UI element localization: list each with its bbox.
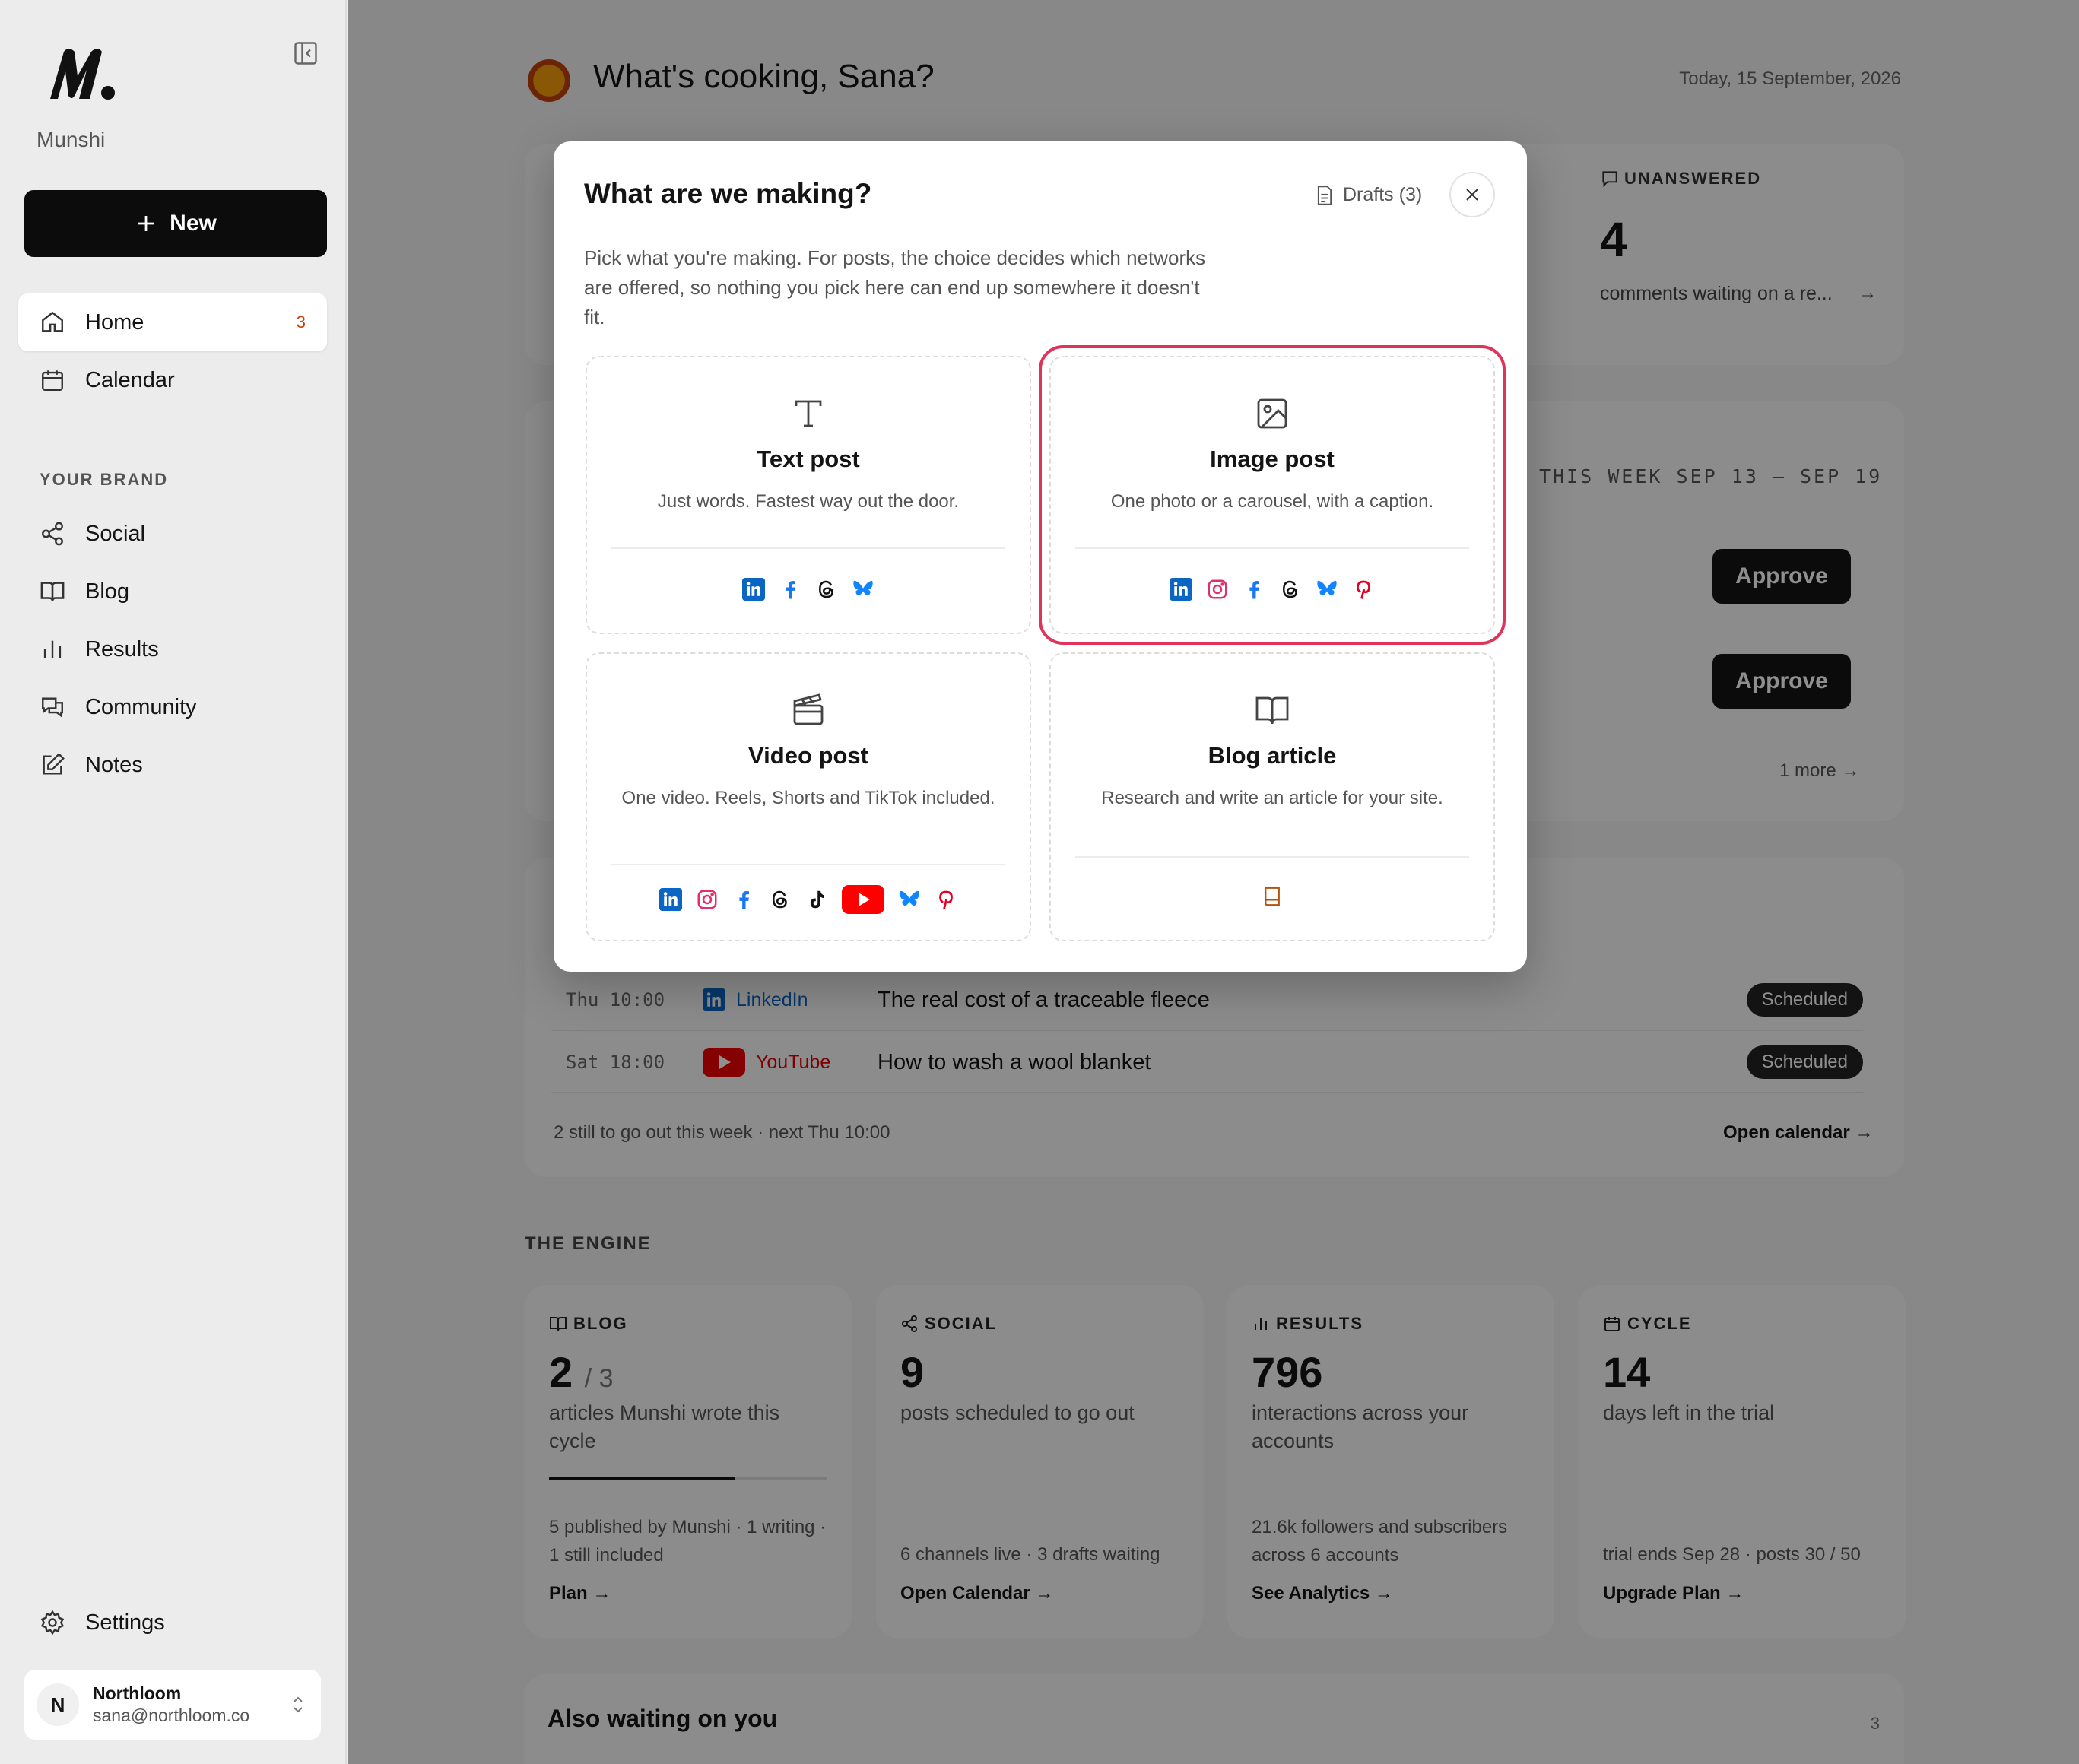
new-button[interactable]: New (24, 190, 327, 257)
avatar: N (37, 1683, 79, 1726)
sidebar-item-results[interactable]: Results (18, 620, 327, 678)
option-subtitle: One photo or a carousel, with a caption. (1110, 491, 1434, 512)
sidebar-item-settings[interactable]: Settings (18, 1594, 327, 1651)
sidebar-item-label: Blog (85, 579, 130, 604)
option-image-post[interactable]: Image post One photo or a carousel, with… (1039, 345, 1506, 645)
dialog-description: Pick what you're making. For posts, the … (584, 246, 1206, 328)
edit-note-icon (43, 753, 65, 775)
threads-icon (815, 578, 838, 601)
network-list (587, 578, 1030, 601)
home-icon (42, 311, 63, 332)
your-brand-label: YOUR BRAND (40, 470, 169, 489)
bar-chart-icon (43, 640, 62, 658)
tiktok-icon (805, 888, 828, 911)
option-subtitle: Just words. Fastest way out the door. (657, 491, 960, 512)
calendar-icon (42, 370, 63, 391)
sidebar-item-label: Community (85, 694, 197, 719)
option-blog-article[interactable]: Blog article Research and write an artic… (1049, 652, 1495, 941)
sidebar-item-community[interactable]: Community (18, 678, 327, 736)
option-video-post[interactable]: Video post One video. Reels, Shorts and … (586, 652, 1031, 941)
account-email: sana@northloom.co (93, 1705, 250, 1725)
drafts-button[interactable]: Drafts (3) (1316, 184, 1422, 206)
option-title: Image post (1210, 446, 1335, 472)
plus-icon (138, 216, 154, 231)
sidebar-item-home[interactable]: Home 3 (18, 293, 327, 351)
gear-icon (40, 1610, 65, 1636)
brand-name: Munshi (37, 128, 106, 151)
document-icon (1317, 185, 1332, 205)
dialog-title: What are we making? (584, 178, 872, 209)
close-icon (1466, 189, 1478, 201)
network-list (1051, 885, 1493, 908)
instagram-icon (696, 888, 719, 911)
sidebar-item-label: Calendar (85, 367, 175, 392)
bluesky-icon (1316, 578, 1338, 601)
sidebar: Munshi New Home 3 Calendar YOUR BRAND So… (0, 0, 347, 1764)
text-icon (795, 400, 822, 427)
youtube-icon (842, 885, 884, 914)
sidebar-item-label: Social (85, 521, 145, 546)
account-switcher[interactable]: N Northloom sana@northloom.co (24, 1670, 321, 1740)
facebook-icon (1243, 578, 1265, 601)
chat-bubbles-icon (42, 697, 63, 718)
account-name: Northloom (93, 1683, 182, 1703)
option-subtitle: Research and write an article for your s… (1101, 788, 1443, 808)
option-title: Video post (748, 742, 868, 769)
bluesky-icon (898, 888, 921, 911)
sidebar-item-label: Results (85, 636, 159, 662)
close-button[interactable] (1449, 172, 1495, 217)
sidebar-item-blog[interactable]: Blog (18, 563, 327, 620)
book-icon (40, 582, 65, 601)
network-list (587, 885, 1030, 914)
clapperboard-icon (793, 693, 824, 725)
pinterest-icon (935, 888, 957, 911)
threads-icon (1279, 578, 1302, 601)
option-text-post[interactable]: Text post Just words. Fastest way out th… (586, 356, 1031, 634)
sidebar-item-label: Notes (85, 752, 143, 777)
option-subtitle: One video. Reels, Shorts and TikTok incl… (621, 788, 995, 808)
network-list (1051, 578, 1493, 601)
new-button-label: New (170, 211, 217, 236)
threads-icon (769, 888, 792, 911)
share-icon (42, 522, 63, 546)
sidebar-item-notes[interactable]: Notes (18, 736, 327, 794)
pinterest-icon (1352, 578, 1375, 601)
munshi-logo[interactable] (47, 46, 116, 102)
chevron-updown-icon (294, 1696, 303, 1713)
linkedin-icon (659, 888, 682, 911)
option-title: Blog article (1208, 742, 1337, 769)
linkedin-icon (742, 578, 765, 601)
instagram-icon (1206, 578, 1229, 601)
sidebar-item-calendar[interactable]: Calendar (18, 351, 327, 409)
blog-book-icon (1261, 885, 1284, 908)
facebook-icon (732, 888, 755, 911)
create-dialog: What are we making? Drafts (3) Pick what… (554, 141, 1527, 972)
book-icon (1255, 696, 1289, 725)
sidebar-item-label: Settings (85, 1610, 165, 1635)
sidebar-item-social[interactable]: Social (18, 505, 327, 563)
option-title: Text post (757, 446, 860, 472)
sidebar-item-label: Home (85, 309, 144, 335)
collapse-sidebar-icon[interactable] (292, 40, 319, 67)
linkedin-icon (1170, 578, 1192, 601)
home-badge: 3 (296, 313, 306, 332)
image-icon (1257, 398, 1287, 429)
facebook-icon (779, 578, 801, 601)
bluesky-icon (852, 578, 874, 601)
